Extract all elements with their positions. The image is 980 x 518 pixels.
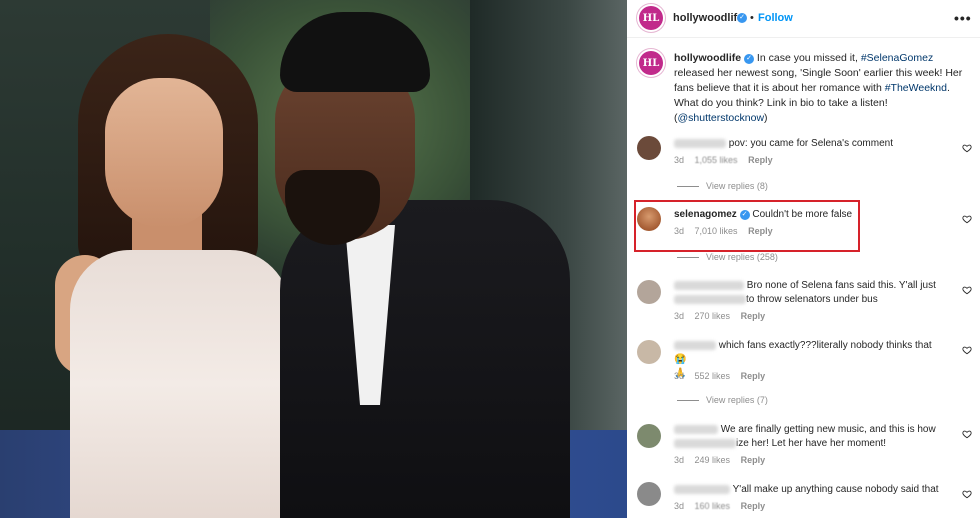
comment-likes[interactable]: 552 likes <box>695 371 731 381</box>
commenter-avatar[interactable] <box>637 424 661 448</box>
comment-likes[interactable]: 7,010 likes <box>695 226 738 236</box>
comment-body: Y'all make up anything cause nobody said… <box>732 484 939 495</box>
replies-line <box>677 400 699 402</box>
redacted-username <box>674 280 744 290</box>
comment-time: 3d <box>674 501 685 511</box>
verified-badge-icon: ✓ <box>737 13 747 23</box>
more-options-icon[interactable]: ••• <box>954 10 972 26</box>
verified-badge-icon: ✓ <box>739 210 750 220</box>
comment-likes[interactable]: 1,055 likes <box>695 155 738 165</box>
verified-badge-icon: ✓ <box>744 54 755 64</box>
comment-time: 3d <box>674 311 685 321</box>
photo-man-suit <box>280 200 570 518</box>
comment-likes[interactable]: 249 likes <box>695 455 731 465</box>
reply-button[interactable]: Reply <box>741 371 766 381</box>
post-photo <box>0 0 627 518</box>
reply-button[interactable]: Reply <box>748 226 773 236</box>
comment-body: to throw selenators under bus <box>746 294 878 305</box>
comment-meta: 3d 7,010 likes Reply <box>674 226 781 236</box>
comment-meta: 3d 160 likes Reply <box>674 501 773 511</box>
replies-line <box>677 257 699 259</box>
comment-time: 3d <box>674 455 685 465</box>
commenter-avatar[interactable] <box>637 280 661 304</box>
hashtag-selenagomez[interactable]: #SelenaGomez <box>861 52 933 64</box>
separator-dot: • <box>750 12 754 24</box>
comment-text: Y'all make up anything cause nobody said… <box>674 483 944 497</box>
post-caption: hollywoodlife ✓ In case you missed it, #… <box>674 51 964 126</box>
commenter-avatar[interactable] <box>637 482 661 506</box>
hashtag-theweeknd[interactable]: #TheWeeknd <box>885 82 947 94</box>
comment-time: 3d <box>674 371 685 381</box>
comment-body: Couldn't be more false <box>752 209 853 220</box>
comment-time: 3d <box>674 155 685 165</box>
caption-text: In case you missed it, <box>754 52 861 64</box>
redacted-username <box>674 340 716 350</box>
comment-time: 3d <box>674 226 685 236</box>
reply-button[interactable]: Reply <box>741 501 766 511</box>
comment-body: We are finally getting new music, and th… <box>720 424 936 435</box>
commenter-avatar[interactable] <box>637 340 661 364</box>
replies-line <box>677 186 699 188</box>
redacted-username <box>674 138 726 148</box>
view-replies-button[interactable]: View replies (258) <box>677 252 778 262</box>
comment-text: Bro none of Selena fans said this. Y'all… <box>674 279 944 307</box>
comment-text: pov: you came for Selena's comment <box>674 137 944 151</box>
author-username[interactable]: hollywoodlife <box>673 12 743 24</box>
follow-button[interactable]: Follow <box>758 12 793 24</box>
heart-icon[interactable] <box>962 143 972 153</box>
comment-body: Bro none of Selena fans said this. Y'all… <box>746 280 936 291</box>
heart-icon[interactable] <box>962 214 972 224</box>
caption-text: ) <box>764 112 768 124</box>
redacted-username <box>674 424 718 434</box>
view-replies-button[interactable]: View replies (8) <box>677 181 768 191</box>
comment-meta: 3d 249 likes Reply <box>674 455 773 465</box>
commenter-avatar[interactable] <box>637 207 661 231</box>
caption-avatar[interactable]: HL <box>639 51 663 75</box>
mention-shutterstocknow[interactable]: @shutterstocknow <box>678 112 765 124</box>
comment-body: ize her! Let her have her moment! <box>736 438 887 449</box>
reply-button[interactable]: Reply <box>748 155 773 165</box>
post-panel: HL hollywoodlife ✓ • Follow ••• HL holly… <box>627 0 980 518</box>
heart-icon[interactable] <box>962 429 972 439</box>
view-replies-label: View replies (258) <box>706 252 778 262</box>
commenter-username[interactable]: selenagomez <box>674 209 737 220</box>
redacted-text <box>674 294 746 304</box>
redacted-text <box>674 438 736 448</box>
commenter-avatar[interactable] <box>637 136 661 160</box>
redacted-username <box>674 484 730 494</box>
comment-likes[interactable]: 270 likes <box>695 311 731 321</box>
comment-body: pov: you came for Selena's comment <box>728 138 893 149</box>
caption-username[interactable]: hollywoodlife <box>674 52 741 64</box>
heart-icon[interactable] <box>962 285 972 295</box>
author-avatar[interactable]: HL <box>639 6 663 30</box>
post-header: HL hollywoodlife ✓ • Follow ••• <box>627 0 980 37</box>
reply-button[interactable]: Reply <box>741 455 766 465</box>
view-replies-label: View replies (7) <box>706 395 768 405</box>
view-replies-label: View replies (8) <box>706 181 768 191</box>
comment-meta: 3d 270 likes Reply <box>674 311 773 321</box>
view-replies-button[interactable]: View replies (7) <box>677 395 768 405</box>
heart-icon[interactable] <box>962 345 972 355</box>
comment-meta: 3d 1,055 likes Reply <box>674 155 781 165</box>
photo-woman-dress <box>70 250 290 518</box>
heart-icon[interactable] <box>962 489 972 499</box>
comment-text: selenagomez ✓ Couldn't be more false <box>674 208 944 222</box>
reply-button[interactable]: Reply <box>741 311 766 321</box>
photo-woman-face <box>105 78 223 228</box>
comment-likes[interactable]: 160 likes <box>695 501 731 511</box>
comment-meta: 3d 552 likes Reply <box>674 371 773 381</box>
header-divider <box>627 37 980 38</box>
comment-text: We are finally getting new music, and th… <box>674 423 944 451</box>
